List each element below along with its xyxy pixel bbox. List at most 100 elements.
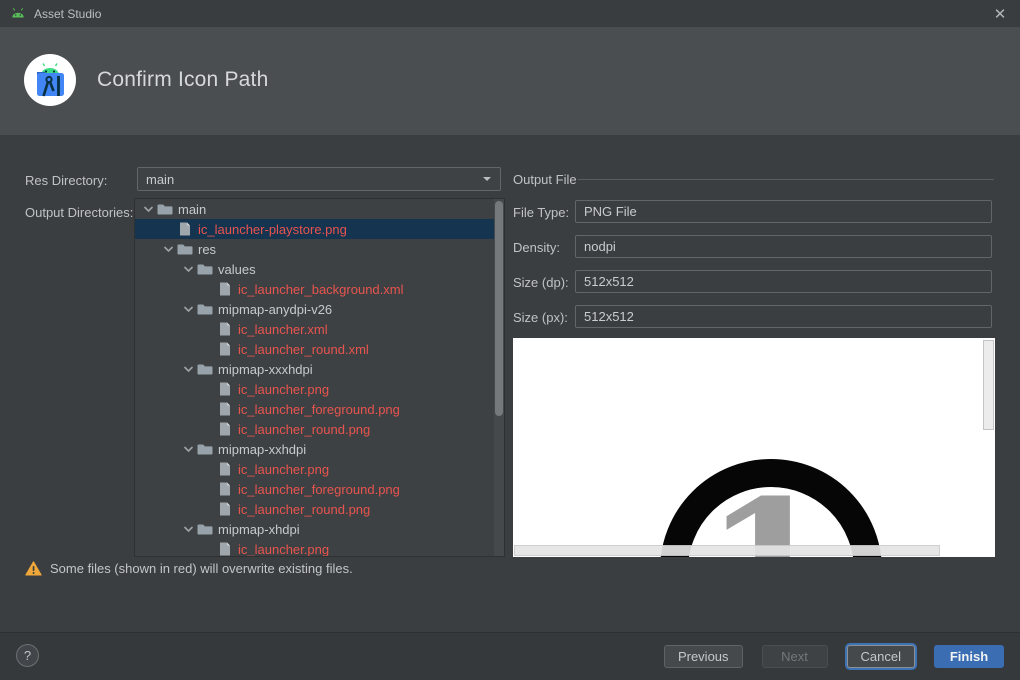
help-button[interactable]: ? <box>16 644 39 667</box>
file-icon <box>220 402 230 416</box>
tree-file-row[interactable]: ic_launcher.png <box>135 379 504 399</box>
folder-icon <box>197 364 213 375</box>
tree-file-row[interactable]: ic_launcher_round.png <box>135 419 504 439</box>
tree-file-row[interactable]: ic_launcher_round.xml <box>135 339 504 359</box>
button-row: Previous Next Cancel Finish <box>663 645 1004 668</box>
file-icon <box>220 482 230 496</box>
overwrite-warning: Some files (shown in red) will overwrite… <box>25 561 353 576</box>
file-icon <box>220 502 230 516</box>
size-px-label: Size (px): <box>513 310 568 325</box>
next-button[interactable]: Next <box>761 645 828 668</box>
res-directory-value: main <box>146 171 175 187</box>
preview-horizontal-scrollbar[interactable] <box>514 545 940 556</box>
output-file-section-label: Output File <box>513 172 577 187</box>
tree-item-label: values <box>218 261 256 277</box>
chevron-expanded-icon[interactable] <box>180 441 197 457</box>
tree-file-row[interactable]: ic_launcher.xml <box>135 319 504 339</box>
tree-scrollbar[interactable] <box>494 199 504 556</box>
file-icon <box>220 322 230 336</box>
asset-studio-logo-icon <box>24 54 76 106</box>
folder-icon <box>197 444 213 455</box>
file-icon <box>220 282 230 296</box>
tree-file-row[interactable]: ic_launcher-playstore.png <box>135 219 504 239</box>
file-type-label: File Type: <box>513 205 570 220</box>
icon-preview-pane: 1 <box>513 338 995 557</box>
chevron-expanded-icon[interactable] <box>180 521 197 537</box>
tree-item-label: ic_launcher_round.xml <box>238 341 369 357</box>
launcher-icon-preview: 1 <box>660 459 882 557</box>
tree-item-label: ic_launcher_foreground.png <box>238 401 400 417</box>
size-px-field[interactable]: 512x512 <box>575 305 992 328</box>
tree-item-label: ic_launcher.png <box>238 461 330 477</box>
tree-file-row[interactable]: ic_launcher_round.png <box>135 499 504 519</box>
file-icon <box>220 422 230 436</box>
chevron-expanded-icon[interactable] <box>140 201 157 217</box>
section-divider <box>578 179 994 180</box>
tree-scrollbar-thumb[interactable] <box>495 201 503 416</box>
preview-numeral: 1 <box>704 459 835 557</box>
folder-icon <box>177 244 193 255</box>
size-dp-field[interactable]: 512x512 <box>575 270 992 293</box>
tree-item-label: ic_launcher_foreground.png <box>238 481 400 497</box>
density-label: Density: <box>513 240 560 255</box>
close-icon[interactable]: ✕ <box>990 4 1010 24</box>
tree-item-label: ic_launcher_round.png <box>238 501 371 517</box>
tree-item-label: ic_launcher-playstore.png <box>198 221 347 237</box>
warning-icon <box>25 561 42 576</box>
tree-folder-row[interactable]: mipmap-xxxhdpi <box>135 359 504 379</box>
tree-folder-row[interactable]: res <box>135 239 504 259</box>
folder-icon <box>157 204 173 215</box>
chevron-expanded-icon[interactable] <box>180 261 197 277</box>
tree-folder-row[interactable]: mipmap-anydpi-v26 <box>135 299 504 319</box>
file-icon <box>180 222 190 236</box>
tree-item-label: ic_launcher_background.xml <box>238 281 404 297</box>
tree-file-row[interactable]: ic_launcher_background.xml <box>135 279 504 299</box>
tree-item-label: ic_launcher_round.png <box>238 421 371 437</box>
tree-file-row[interactable]: ic_launcher_foreground.png <box>135 399 504 419</box>
dialog-header: Confirm Icon Path <box>0 27 1020 135</box>
tree-folder-row[interactable]: mipmap-xxhdpi <box>135 439 504 459</box>
tree-folder-row[interactable]: mipmap-xhdpi <box>135 519 504 539</box>
res-directory-dropdown[interactable]: main <box>137 167 501 191</box>
chevron-expanded-icon[interactable] <box>180 361 197 377</box>
density-field[interactable]: nodpi <box>575 235 992 258</box>
chevron-down-icon <box>483 177 491 181</box>
tree-file-row[interactable]: ic_launcher_foreground.png <box>135 479 504 499</box>
chevron-expanded-icon[interactable] <box>160 241 177 257</box>
output-tree: main ic_launcher-playstore.pngres values ic… <box>134 198 505 557</box>
tree-item-label: mipmap-xhdpi <box>218 521 300 537</box>
folder-icon <box>197 304 213 315</box>
output-directories-label: Output Directories: <box>25 205 134 220</box>
previous-button[interactable]: Previous <box>663 645 743 668</box>
tree-folder-row[interactable]: main <box>135 199 504 219</box>
file-type-field[interactable]: PNG File <box>575 200 992 223</box>
tree-folder-row[interactable]: values <box>135 259 504 279</box>
page-title: Confirm Icon Path <box>97 68 269 91</box>
tree-item-label: mipmap-xxxhdpi <box>218 361 313 377</box>
tree-item-label: ic_launcher.png <box>238 381 330 397</box>
warning-text: Some files (shown in red) will overwrite… <box>50 561 353 576</box>
file-icon <box>220 462 230 476</box>
chevron-expanded-icon[interactable] <box>180 301 197 317</box>
cancel-button[interactable]: Cancel <box>846 645 915 668</box>
tree-file-row[interactable]: ic_launcher.png <box>135 539 504 556</box>
finish-button[interactable]: Finish <box>934 645 1004 668</box>
tree-item-label: mipmap-anydpi-v26 <box>218 301 333 317</box>
folder-icon <box>197 524 213 535</box>
tree-file-row[interactable]: ic_launcher.png <box>135 459 504 479</box>
file-icon <box>220 382 230 396</box>
size-dp-label: Size (dp): <box>513 275 569 290</box>
tree-item-label: main <box>178 201 207 217</box>
android-icon <box>12 7 24 17</box>
file-icon <box>220 542 230 556</box>
preview-vertical-scrollbar[interactable] <box>983 340 994 430</box>
tree-item-label: mipmap-xxhdpi <box>218 441 307 457</box>
